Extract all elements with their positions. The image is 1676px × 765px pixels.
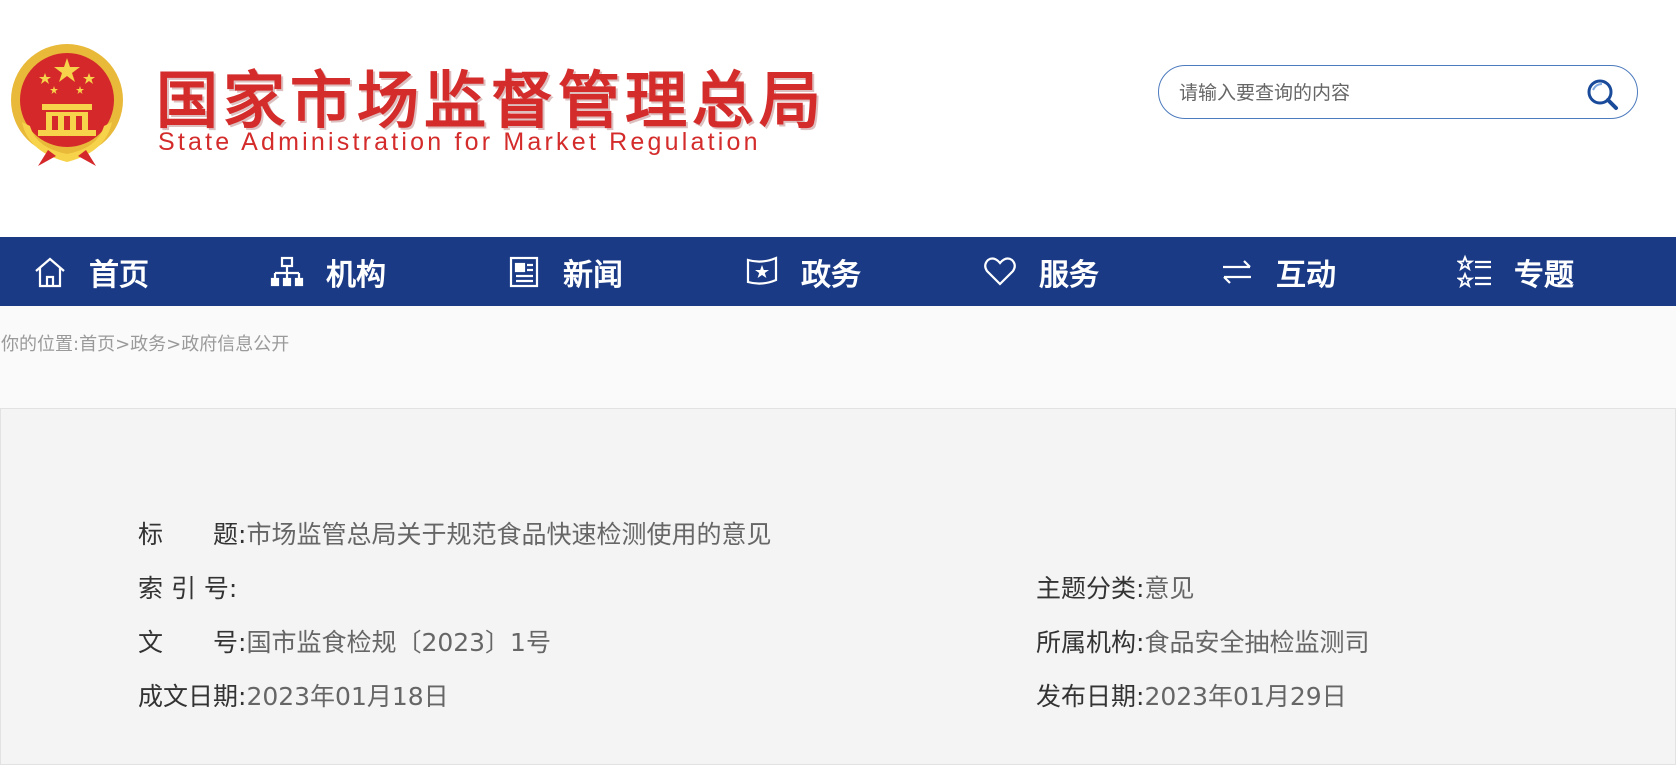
home-icon (31, 253, 69, 291)
info-row-title: 标 题: 市场监管总局关于规范食品快速检测使用的意见 (138, 515, 771, 551)
nav-item-interaction[interactable]: 互动 (1218, 237, 1336, 306)
site-header: 国家市场监督管理总局 State Administration for Mark… (0, 0, 1676, 237)
nav-item-home[interactable]: 首页 (31, 237, 149, 306)
info-label-written-date: 成文日期: (138, 682, 247, 711)
government-shield-icon (743, 253, 781, 291)
info-value-written-date: 2023年01月18日 (246, 682, 449, 711)
info-row-publish-date: 发布日期: 2023年01月29日 (1036, 677, 1347, 713)
nav-item-organization[interactable]: 机构 (268, 237, 386, 306)
star-list-icon (1456, 253, 1494, 291)
exchange-arrows-icon (1218, 253, 1256, 291)
breadcrumb-link-home[interactable]: 首页 (79, 334, 115, 355)
org-chart-icon (268, 253, 306, 291)
search-box (1158, 65, 1638, 119)
breadcrumb-link-info-disclosure[interactable]: 政府信息公开 (181, 334, 289, 355)
info-label-agency: 所属机构: (1036, 628, 1145, 657)
document-info-panel: 标 题: 市场监管总局关于规范食品快速检测使用的意见 索 引 号: 主题分类: … (0, 408, 1676, 765)
nav-item-government[interactable]: 政务 (743, 237, 861, 306)
info-value-agency: 食品安全抽检监测司 (1144, 628, 1370, 657)
info-label-title: 标 题: (138, 520, 247, 549)
search-icon[interactable] (1585, 77, 1619, 111)
info-row-agency: 所属机构: 食品安全抽检监测司 (1036, 623, 1369, 659)
info-row-topic: 主题分类: 意见 (1036, 569, 1194, 605)
news-icon (505, 253, 543, 291)
info-row-doc-no: 文 号: 国市监食检规〔2023〕1号 (138, 623, 551, 659)
search-input[interactable] (1177, 78, 1561, 108)
breadcrumb-link-government[interactable]: 政务 (130, 334, 166, 355)
info-value-topic: 意见 (1144, 574, 1195, 603)
breadcrumb-bar (0, 306, 1676, 408)
info-row-written-date: 成文日期: 2023年01月18日 (138, 677, 449, 713)
info-value-doc-no: 国市监食检规〔2023〕1号 (246, 628, 551, 657)
info-value-publish-date: 2023年01月29日 (1144, 682, 1347, 711)
nav-item-service[interactable]: 服务 (981, 237, 1099, 306)
nav-label-topics: 专题 (1514, 257, 1574, 293)
site-title-cn: 国家市场监督管理总局 (156, 64, 827, 137)
info-row-index-no: 索 引 号: (138, 569, 237, 605)
nav-label-home: 首页 (89, 257, 149, 293)
breadcrumb-separator: > (166, 334, 182, 355)
site-title-en: State Administration for Market Regulati… (158, 128, 761, 156)
info-label-topic: 主题分类: (1036, 574, 1145, 603)
nav-label-government: 政务 (801, 257, 861, 293)
heart-icon (981, 253, 1019, 291)
info-label-index-no: 索 引 号: (138, 574, 238, 603)
national-emblem-logo (11, 44, 123, 166)
info-label-doc-no: 文 号: (138, 628, 247, 657)
nav-label-news: 新闻 (563, 257, 623, 293)
breadcrumb: 你的位置:首页>政务>政府信息公开 (1, 330, 289, 356)
nav-label-organization: 机构 (326, 257, 386, 293)
nav-label-service: 服务 (1039, 257, 1099, 293)
breadcrumb-prefix: 你的位置: (1, 334, 80, 355)
info-value-title: 市场监管总局关于规范食品快速检测使用的意见 (246, 520, 772, 549)
info-label-publish-date: 发布日期: (1036, 682, 1145, 711)
nav-item-topics[interactable]: 专题 (1456, 237, 1574, 306)
main-nav: 首页 机构 新闻 政务 服务 互动 专题 (0, 237, 1676, 306)
nav-item-news[interactable]: 新闻 (505, 237, 623, 306)
nav-label-interaction: 互动 (1276, 257, 1336, 293)
breadcrumb-separator: > (115, 334, 131, 355)
